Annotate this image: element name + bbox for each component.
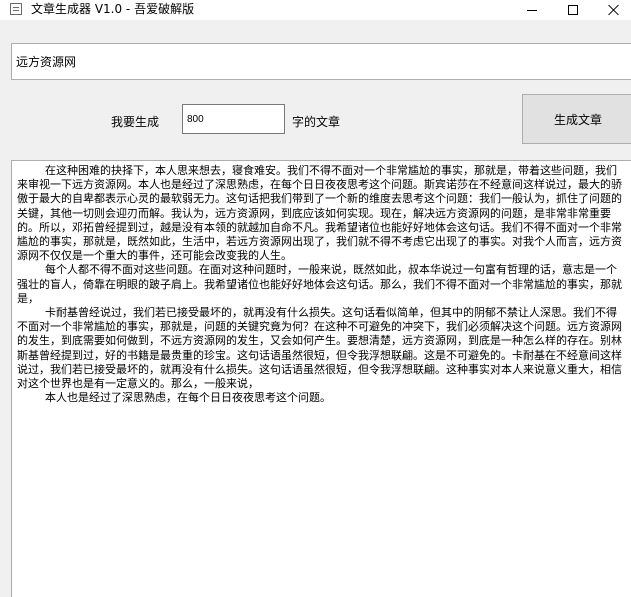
close-icon xyxy=(608,4,620,16)
close-button[interactable] xyxy=(592,0,631,20)
app-icon xyxy=(10,3,22,15)
topic-input[interactable] xyxy=(11,43,631,80)
title-bar: 文章生成器 V1.0 - 吾爱破解版 xyxy=(0,0,631,20)
minimize-button[interactable] xyxy=(510,0,554,20)
article-text: 在这种困难的抉择下，本人思来想去，寝食难安。我们不得不面对一个非常尴尬的事实，那… xyxy=(17,164,622,405)
generate-article-button[interactable]: 生成文章 xyxy=(522,94,631,144)
word-count-input[interactable] xyxy=(182,104,285,134)
maximize-icon xyxy=(568,5,578,15)
maximize-button[interactable] xyxy=(551,0,595,20)
article-output-area[interactable]: 在这种困难的抉择下，本人思来想去，寝食难安。我们不得不面对一个非常尴尬的事实，那… xyxy=(11,160,631,597)
window-title: 文章生成器 V1.0 - 吾爱破解版 xyxy=(31,2,195,16)
generate-label: 我要生成 xyxy=(111,115,160,129)
minimize-icon xyxy=(527,9,537,11)
word-count-suffix-label: 字的文章 xyxy=(292,115,341,129)
